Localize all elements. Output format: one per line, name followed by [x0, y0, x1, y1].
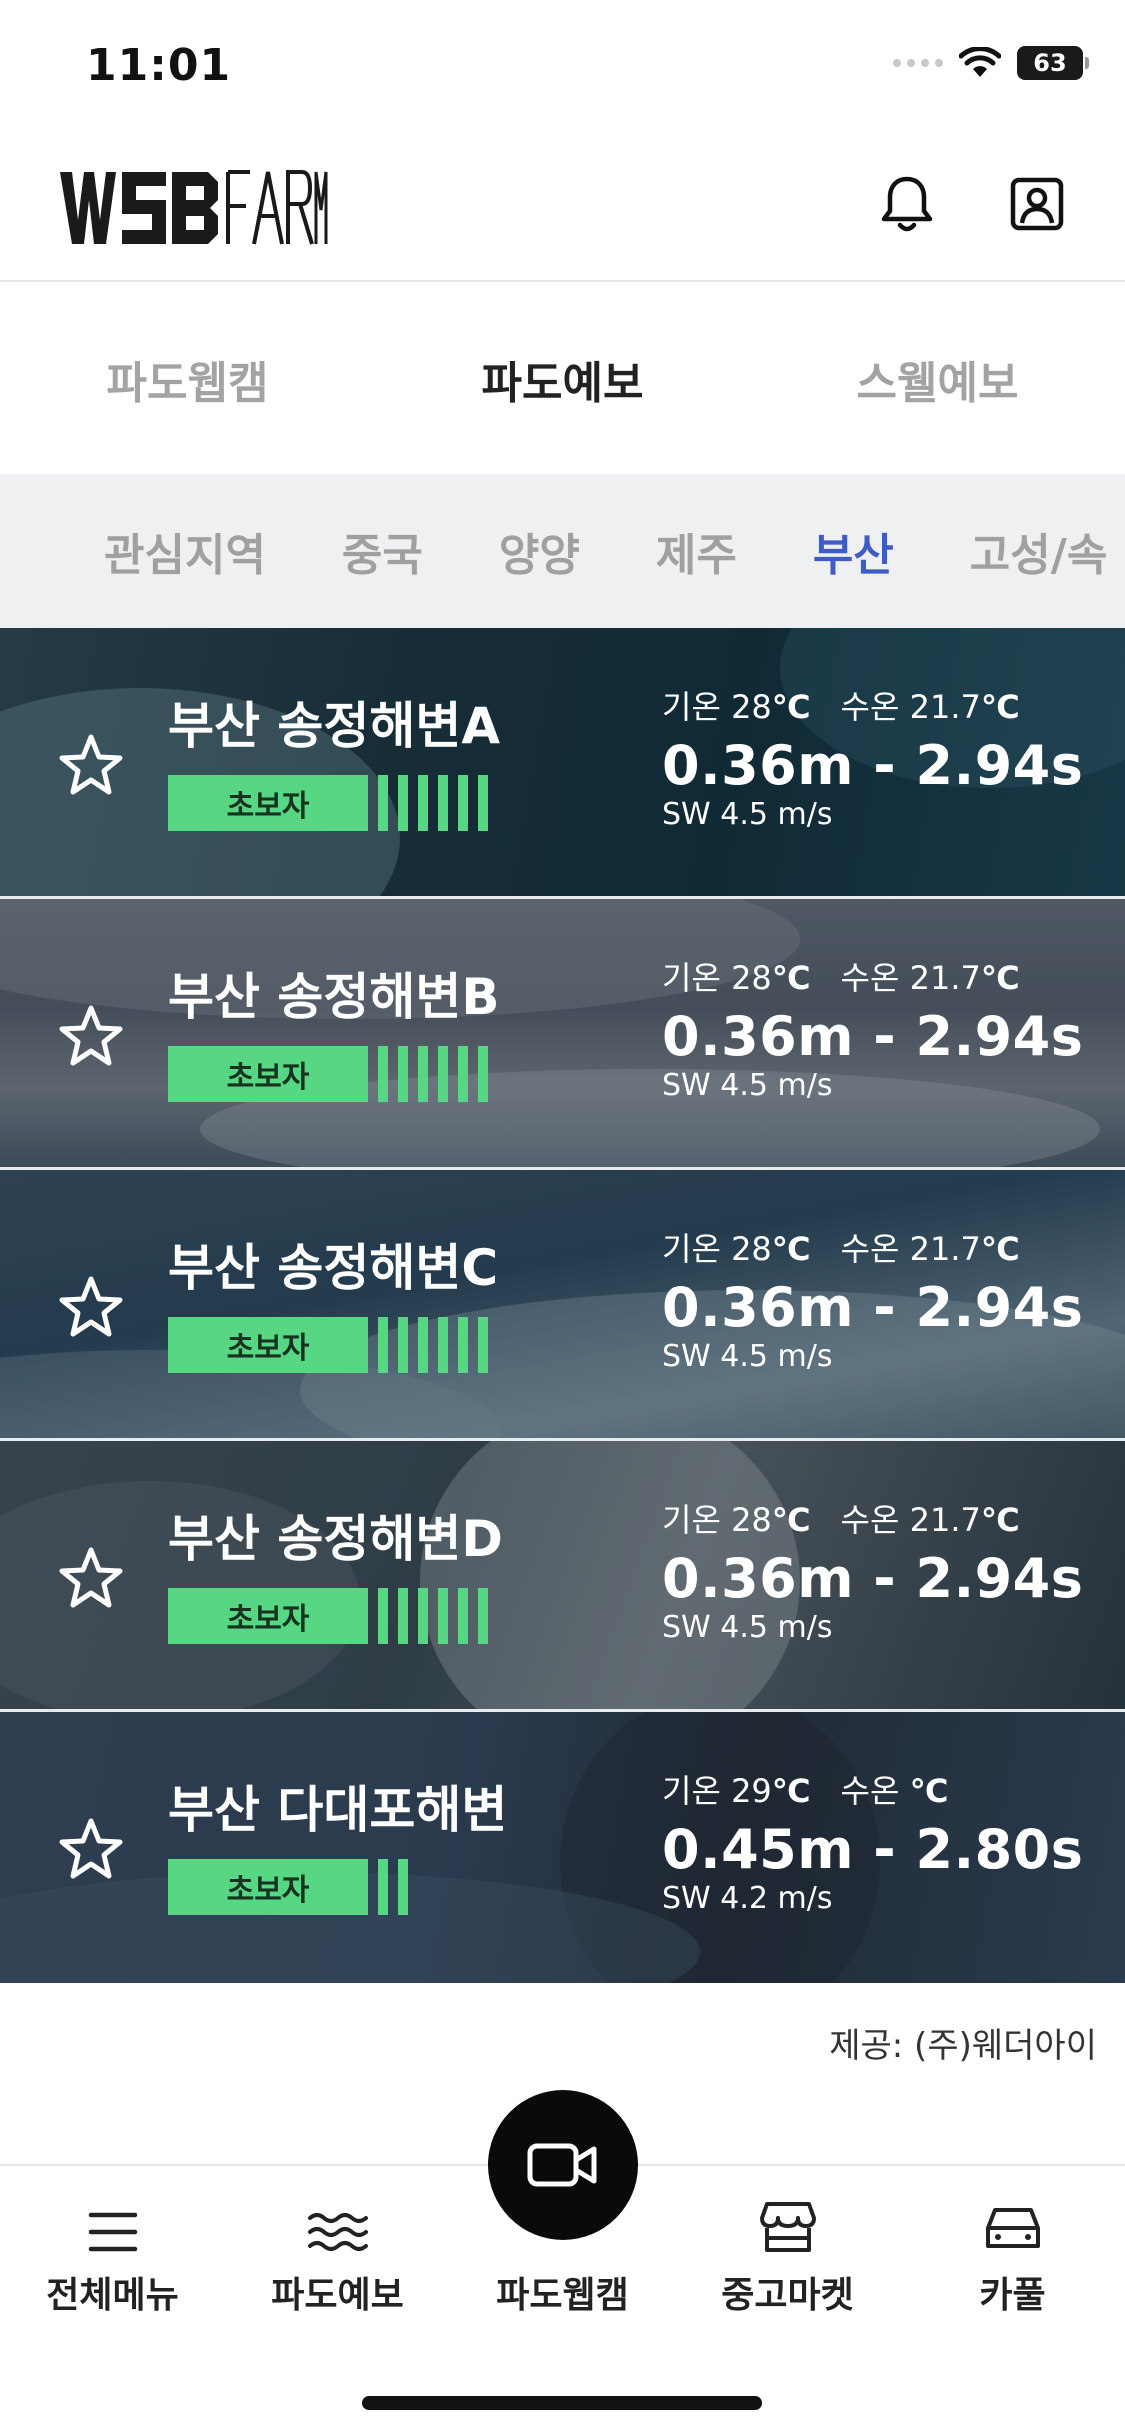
- water-temp: 수온 21.7℃: [840, 688, 1020, 726]
- video-camera-icon: [527, 2143, 597, 2187]
- nav-label: 파도웹캠: [496, 2275, 629, 2316]
- store-icon: [759, 2202, 816, 2252]
- user-profile-icon: [1010, 177, 1064, 231]
- level-badge: 초보자: [168, 1859, 368, 1915]
- status-bar: 11:01 63: [0, 0, 1125, 140]
- level-bars: [378, 1046, 488, 1102]
- car-icon: [985, 2208, 1040, 2248]
- level-indicator: 초보자: [168, 1317, 488, 1373]
- nav-label: 파도예보: [271, 2275, 404, 2316]
- wave-height-period: 0.36m - 2.94s: [662, 1005, 1084, 1068]
- wave-height-period: 0.36m - 2.94s: [662, 1276, 1084, 1339]
- region-tab-jeju[interactable]: 제주: [656, 519, 737, 583]
- level-bars: [378, 775, 488, 831]
- beach-name: 부산 다대포해변: [168, 1781, 508, 1839]
- level-badge: 초보자: [168, 1046, 368, 1102]
- level-badge: 초보자: [168, 1588, 368, 1644]
- weather-info: 기온 28℃ 수온 21.7℃ 0.36m - 2.94s SW 4.5 m/s: [662, 953, 1083, 1103]
- main-tabs: 파도웹캠 파도예보 스웰예보: [0, 284, 1125, 474]
- battery-icon: 63: [1017, 46, 1089, 80]
- level-indicator: 초보자: [168, 775, 488, 831]
- weather-info: 기온 29℃ 수온 ℃ 0.45m - 2.80s SW 4.2 m/s: [662, 1766, 1083, 1916]
- level-bars: [378, 1588, 488, 1644]
- status-indicators: 63: [893, 46, 1089, 80]
- beach-name: 부산 송정해변C: [168, 1239, 499, 1297]
- beach-card[interactable]: 부산 송정해변C 초보자 기온 28℃ 수온 21.7℃ 0.36m - 2.9…: [0, 1170, 1125, 1441]
- region-tab-goseong[interactable]: 고성/속: [970, 519, 1108, 583]
- wind-info: SW 4.5 m/s: [662, 1610, 833, 1645]
- beach-name: 부산 송정해변A: [168, 697, 501, 755]
- nav-carpool[interactable]: 카풀: [900, 2166, 1125, 2346]
- air-temp: 기온 28℃: [662, 688, 811, 726]
- favorite-star-icon[interactable]: [56, 1273, 126, 1343]
- beach-card[interactable]: 부산 송정해변B 초보자 기온 28℃ 수온 21.7℃ 0.36m - 2.9…: [0, 899, 1125, 1170]
- level-indicator: 초보자: [168, 1588, 488, 1644]
- waves-icon: [307, 2213, 368, 2251]
- menu-icon: [88, 2212, 137, 2252]
- beach-card[interactable]: 부산 송정해변D 초보자 기온 28℃ 수온 21.7℃ 0.36m - 2.9…: [0, 1441, 1125, 1712]
- beach-name: 부산 송정해변B: [168, 968, 500, 1026]
- beach-card[interactable]: 부산 다대포해변 초보자 기온 29℃ 수온 ℃ 0.45m - 2.80s S…: [0, 1712, 1125, 1983]
- nav-used-market[interactable]: 중고마켓: [675, 2166, 900, 2346]
- water-temp: 수온 ℃: [840, 1772, 949, 1810]
- tab-swell-forecast[interactable]: 스웰예보: [750, 284, 1125, 474]
- cellular-signal-icon: [893, 59, 943, 67]
- level-bars: [378, 1317, 488, 1373]
- water-temp: 수온 21.7℃: [840, 959, 1020, 997]
- favorite-star-icon[interactable]: [56, 731, 126, 801]
- wind-info: SW 4.5 m/s: [662, 1068, 833, 1103]
- water-temp: 수온 21.7℃: [840, 1230, 1020, 1268]
- air-temp: 기온 29℃: [662, 1772, 811, 1810]
- status-time: 11:01: [86, 40, 232, 91]
- webcam-fab-button[interactable]: [488, 2090, 638, 2240]
- weather-info: 기온 28℃ 수온 21.7℃ 0.36m - 2.94s SW 4.5 m/s: [662, 1224, 1083, 1374]
- favorite-star-icon[interactable]: [56, 1815, 126, 1885]
- level-indicator: 초보자: [168, 1046, 488, 1102]
- tab-wave-webcam[interactable]: 파도웹캠: [0, 284, 375, 474]
- wind-info: SW 4.5 m/s: [662, 1339, 833, 1374]
- favorite-star-icon[interactable]: [56, 1002, 126, 1072]
- header-actions: [877, 174, 1067, 234]
- weather-info: 기온 28℃ 수온 21.7℃ 0.36m - 2.94s SW 4.5 m/s: [662, 1495, 1083, 1645]
- region-tab-yangyang[interactable]: 양양: [499, 519, 580, 583]
- level-bars: [378, 1859, 408, 1915]
- wave-height-period: 0.36m - 2.94s: [662, 734, 1084, 797]
- wave-height-period: 0.36m - 2.94s: [662, 1547, 1084, 1610]
- region-tabs[interactable]: 관심지역 중국 양양 제주 부산 고성/속: [0, 474, 1125, 628]
- beach-list: 부산 송정해변A 초보자 기온 28℃ 수온 21.7℃ 0.36m - 2.9…: [0, 628, 1125, 1983]
- app-header: [0, 140, 1125, 282]
- nav-all-menu[interactable]: 전체메뉴: [0, 2166, 225, 2346]
- nav-label: 중고마켓: [721, 2275, 854, 2316]
- tab-wave-forecast[interactable]: 파도예보: [375, 284, 750, 474]
- nav-label: 전체메뉴: [46, 2275, 179, 2316]
- nav-wave-forecast[interactable]: 파도예보: [225, 2166, 450, 2346]
- wind-info: SW 4.2 m/s: [662, 1881, 833, 1916]
- favorite-star-icon[interactable]: [56, 1544, 126, 1614]
- notification-button[interactable]: [877, 174, 937, 234]
- level-indicator: 초보자: [168, 1859, 408, 1915]
- bell-icon: [881, 176, 933, 232]
- beach-card[interactable]: 부산 송정해변A 초보자 기온 28℃ 수온 21.7℃ 0.36m - 2.9…: [0, 628, 1125, 899]
- air-temp: 기온 28℃: [662, 959, 811, 997]
- region-tab-busan[interactable]: 부산: [813, 519, 894, 583]
- water-temp: 수온 21.7℃: [840, 1501, 1020, 1539]
- nav-label: 카풀: [979, 2275, 1046, 2316]
- air-temp: 기온 28℃: [662, 1501, 811, 1539]
- home-indicator: [362, 2396, 762, 2410]
- wsb-farm-logo: [60, 170, 328, 245]
- data-provider-credit: 제공: (주)웨더아이: [829, 2026, 1097, 2066]
- wave-height-period: 0.45m - 2.80s: [662, 1818, 1084, 1881]
- wifi-icon: [959, 47, 1001, 77]
- air-temp: 기온 28℃: [662, 1230, 811, 1268]
- wind-info: SW 4.5 m/s: [662, 797, 833, 832]
- profile-button[interactable]: [1007, 174, 1067, 234]
- level-badge: 초보자: [168, 775, 368, 831]
- region-tab-china[interactable]: 중국: [342, 519, 423, 583]
- region-tab-favorites[interactable]: 관심지역: [104, 519, 266, 583]
- level-badge: 초보자: [168, 1317, 368, 1373]
- beach-name: 부산 송정해변D: [168, 1510, 503, 1568]
- weather-info: 기온 28℃ 수온 21.7℃ 0.36m - 2.94s SW 4.5 m/s: [662, 682, 1083, 832]
